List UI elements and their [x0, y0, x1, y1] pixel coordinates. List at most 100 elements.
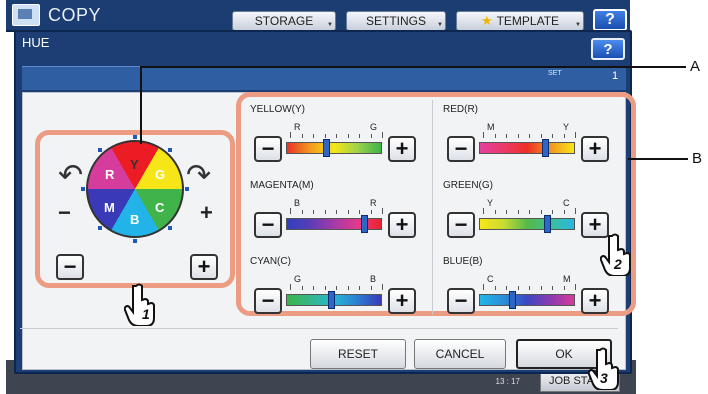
scale-tick: [382, 208, 383, 214]
scale-tick: [517, 210, 519, 214]
wheel-label-g: G: [155, 167, 166, 182]
wheel-label-m: M: [104, 200, 115, 215]
slider-cyan: CYAN(C) G B − +: [250, 256, 420, 316]
scale-tick: [552, 286, 553, 290]
minus-button[interactable]: −: [254, 288, 282, 314]
scale-tick: [494, 286, 496, 290]
wheel-tick: [98, 148, 102, 152]
scale-tick: [301, 210, 303, 214]
slider-magenta: MAGENTA(M) B R − +: [250, 180, 420, 240]
minus-button[interactable]: −: [447, 136, 475, 162]
callout-a: A: [690, 58, 701, 75]
cancel-button[interactable]: CANCEL: [414, 339, 506, 369]
scale-right-label: R: [370, 198, 377, 208]
scale-tick: [370, 210, 372, 214]
scale-tick: [382, 132, 383, 138]
scale-tick: [540, 210, 542, 214]
scale-right-label: C: [563, 198, 570, 208]
plus-button[interactable]: +: [581, 136, 609, 162]
scale-tick: [540, 134, 542, 138]
scale-tick: [529, 286, 530, 290]
help-button[interactable]: ?: [591, 38, 625, 60]
slider-knob[interactable]: [361, 215, 368, 233]
scale-tick: [347, 210, 349, 214]
minus-button[interactable]: −: [254, 212, 282, 238]
scale-tick: [506, 210, 507, 214]
column-divider: [432, 100, 433, 314]
rotate-cw-icon: ↷: [186, 159, 212, 192]
scale-left-label: G: [294, 274, 302, 284]
plus-button[interactable]: +: [581, 288, 609, 314]
slider-knob[interactable]: [509, 291, 516, 309]
slider-knob[interactable]: [328, 291, 335, 309]
scale-ticks: [483, 208, 576, 214]
plus-button[interactable]: +: [388, 212, 416, 238]
scale-tick: [359, 134, 360, 138]
scale-tick: [359, 286, 360, 290]
wheel-minus-button[interactable]: −: [56, 254, 84, 280]
plus-button[interactable]: +: [388, 136, 416, 162]
scale-tick: [324, 134, 326, 138]
settings-button[interactable]: SETTINGS ▼: [346, 11, 446, 31]
scale-tick: [359, 210, 360, 214]
scale-tick: [517, 134, 519, 138]
storage-button[interactable]: STORAGE ▼: [232, 11, 336, 31]
scale-tick: [313, 134, 314, 138]
set-label: SET: [548, 70, 562, 77]
wheel-minus-label: −: [58, 200, 71, 225]
scale-tick: [324, 210, 326, 214]
slider-knob[interactable]: [544, 215, 551, 233]
color-bar: [479, 218, 575, 230]
copy-title-text: COPY: [48, 4, 102, 25]
scale-tick: [370, 286, 372, 290]
divider: [20, 328, 618, 329]
star-icon: ★: [480, 13, 493, 28]
slider-red: RED(R) M Y − +: [443, 104, 613, 164]
scale-tick: [563, 210, 565, 214]
wheel-tick: [98, 226, 102, 230]
scale-left-label: B: [294, 198, 301, 208]
scale-tick: [494, 134, 496, 138]
rotate-ccw-icon: ↶: [58, 159, 84, 192]
wheel-label-r: R: [105, 167, 115, 182]
step-2-label: 2: [614, 256, 622, 272]
scale-tick: [336, 286, 337, 290]
scale-tick: [552, 210, 553, 214]
callout-line-a: [140, 66, 686, 68]
minus-button[interactable]: −: [447, 288, 475, 314]
scale-tick: [575, 132, 576, 138]
scale-tick: [370, 134, 372, 138]
wheel-plus-label: +: [200, 200, 213, 225]
slider-label: CYAN(C): [250, 256, 291, 267]
minus-button[interactable]: −: [447, 212, 475, 238]
scale-tick: [483, 284, 484, 290]
color-bar: [479, 142, 575, 154]
scale-tick: [506, 286, 507, 290]
scale-left-label: M: [487, 122, 495, 132]
slider-knob[interactable]: [542, 139, 549, 157]
slider-knob[interactable]: [323, 139, 330, 157]
scale-tick: [563, 134, 565, 138]
scale-left-label: R: [294, 122, 301, 132]
minus-button[interactable]: −: [254, 136, 282, 162]
plus-button[interactable]: +: [388, 288, 416, 314]
scale-tick: [301, 286, 303, 290]
reset-button[interactable]: RESET: [310, 339, 406, 369]
wheel-plus-button[interactable]: +: [190, 254, 218, 280]
template-button[interactable]: ★ TEMPLATE ▼: [456, 11, 584, 31]
scale-right-label: Y: [563, 122, 570, 132]
scale-left-label: C: [487, 274, 494, 284]
scale-ticks: [483, 132, 576, 138]
scale-tick: [517, 286, 519, 290]
scale-tick: [494, 210, 496, 214]
scale-tick: [324, 286, 326, 290]
dialog-title: HUE: [22, 35, 50, 50]
wheel-label-b: B: [130, 212, 140, 227]
scale-ticks: [483, 284, 576, 290]
help-button-top[interactable]: ?: [593, 9, 627, 31]
slider-label: YELLOW(Y): [250, 104, 306, 115]
scale-right-label: G: [370, 122, 378, 132]
scale-tick: [290, 284, 291, 290]
scale-ticks: [290, 284, 383, 290]
wheel-tick: [133, 239, 137, 243]
